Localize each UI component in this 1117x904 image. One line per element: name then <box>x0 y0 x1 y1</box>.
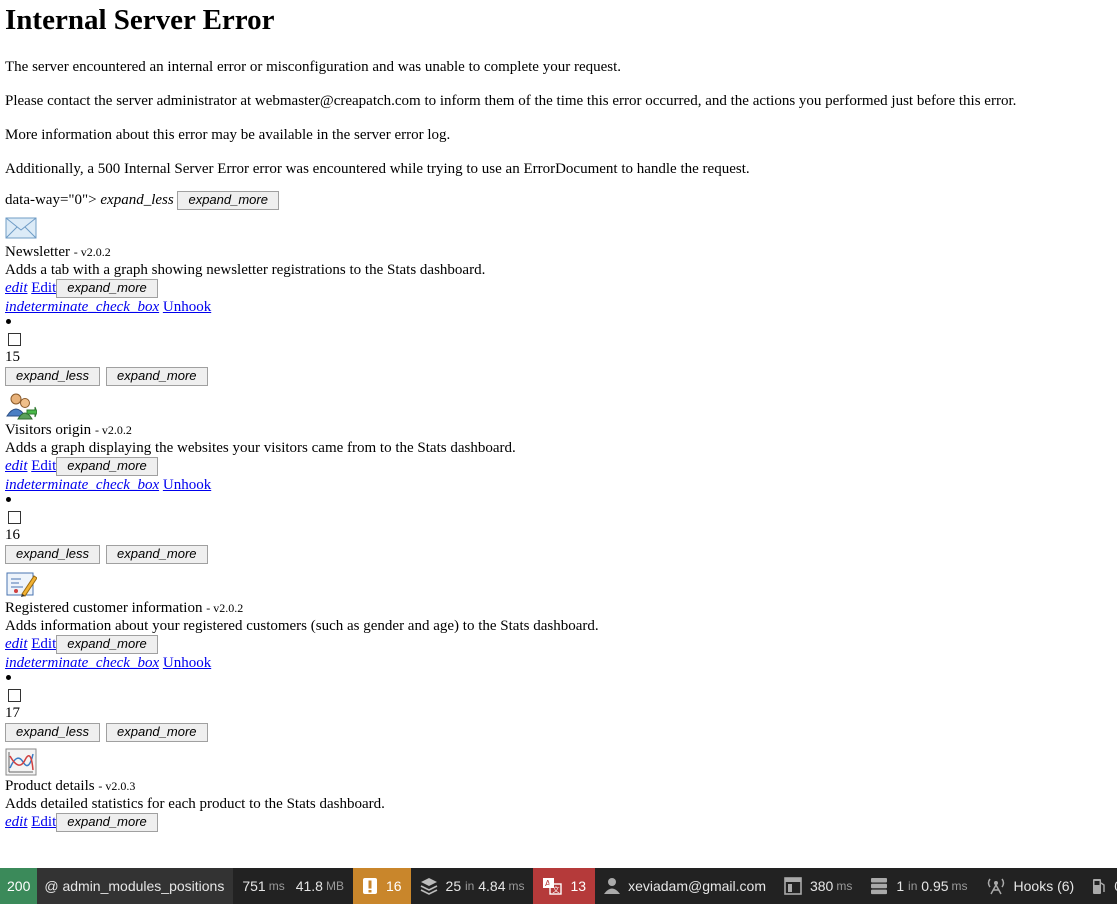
list-bullet <box>5 316 1112 328</box>
expand-more-button[interactable]: expand_more <box>56 457 158 477</box>
expand-more-button[interactable]: expand_more <box>56 813 158 833</box>
list-bullet <box>5 672 1112 684</box>
list-bullet <box>5 494 1112 506</box>
module-version: - v2.0.2 <box>206 601 244 616</box>
edit-link[interactable]: edit Edit <box>5 280 56 296</box>
module-description: Adds detailed statistics for each produc… <box>5 796 385 813</box>
error-page: Internal Server Error The server encount… <box>0 3 1117 833</box>
warnings-panel[interactable]: 16 <box>352 868 411 904</box>
fuel-icon <box>1093 879 1105 894</box>
user-panel[interactable]: xeviadam@gmail.com <box>595 868 775 904</box>
edit-link[interactable]: edit Edit <box>5 814 56 830</box>
move-up-button[interactable]: expand_less <box>5 545 100 565</box>
edit-link[interactable]: edit Edit <box>5 636 56 652</box>
layers-icon <box>420 878 437 895</box>
module-name: Visitors origin <box>5 422 92 439</box>
translation-panel[interactable]: A 文 13 <box>533 868 596 904</box>
expand-more-button[interactable]: expand_more <box>56 635 158 655</box>
exclamation-icon <box>362 878 377 894</box>
move-up-button[interactable]: expand_less <box>5 723 100 743</box>
module-visitors-origin: Visitors origin - v2.0.2 Adds a graph di… <box>5 392 1112 566</box>
template-icon <box>784 877 802 895</box>
module-position: 16 <box>5 527 20 544</box>
module-registered-customer-information: Registered customer information - v2.0.2… <box>5 570 1112 744</box>
unhook-link[interactable]: indeterminate_check_box Unhook <box>5 477 211 493</box>
contact-message: Please contact the server administrator … <box>5 93 1017 109</box>
module-position: 17 <box>5 705 20 722</box>
module-name: Product details <box>5 778 95 795</box>
time-panel[interactable]: 751 ms <box>233 868 293 904</box>
edit-icon: edit <box>5 280 28 297</box>
unhook-link[interactable]: indeterminate_check_box Unhook <box>5 655 211 671</box>
memory-panel[interactable]: 41.8 MB <box>294 868 353 904</box>
fragment-text: data-way="0"> <box>5 192 101 208</box>
log-message: More information about this error may be… <box>5 127 451 143</box>
module-product-details: Product details - v2.0.3 Adds detailed s… <box>5 748 1112 833</box>
server-stack-icon <box>871 878 888 895</box>
route-info[interactable]: @ admin_modules_positions <box>37 868 234 904</box>
module-version: - v2.0.3 <box>98 779 136 794</box>
expand-more-button[interactable]: expand_more <box>177 191 279 211</box>
module-name: Newsletter <box>5 244 70 261</box>
module-position: 15 <box>5 349 20 366</box>
module-checkbox[interactable] <box>8 333 21 347</box>
envelope-icon <box>5 217 37 239</box>
page-title: Internal Server Error <box>5 4 275 36</box>
status-code-badge[interactable]: 200 <box>0 868 38 904</box>
errordocument-message: Additionally, a 500 Internal Server Erro… <box>5 161 750 177</box>
move-down-button[interactable]: expand_more <box>106 545 208 565</box>
edit-icon: edit <box>5 636 28 653</box>
edit-link[interactable]: edit Edit <box>5 458 56 474</box>
module-name: Registered customer information <box>5 600 203 617</box>
visitors-icon <box>6 393 37 420</box>
debug-toolbar: 200 @ admin_modules_positions 751 ms 41.8… <box>0 868 1117 904</box>
expand-more-button[interactable]: expand_more <box>56 279 158 299</box>
indeterminate-check-box-icon: indeterminate_check_box <box>5 299 160 316</box>
edit-icon: edit <box>5 458 28 475</box>
user-icon <box>604 878 621 894</box>
expand-less-text: expand_less <box>100 192 174 208</box>
hooks-panel[interactable]: Hooks (6) <box>977 868 1084 904</box>
module-newsletter: Newsletter - v2.0.2 Adds a tab with a gr… <box>5 214 1112 388</box>
edit-icon: edit <box>5 814 28 831</box>
unhook-link[interactable]: indeterminate_check_box Unhook <box>5 299 211 315</box>
antenna-icon <box>987 878 1004 895</box>
translation-icon: A 文 <box>543 878 563 895</box>
module-description: Adds a graph displaying the websites you… <box>5 440 516 457</box>
module-checkbox[interactable] <box>8 689 21 703</box>
module-checkbox[interactable] <box>8 511 21 525</box>
svg-text:文: 文 <box>553 885 560 894</box>
module-description: Adds a tab with a graph showing newslett… <box>5 262 486 279</box>
cache-panel[interactable]: 1 in 0.95 ms <box>861 868 976 904</box>
indeterminate-check-box-icon: indeterminate_check_box <box>5 655 160 672</box>
move-down-button[interactable]: expand_more <box>106 723 208 743</box>
broken-fragment: data-way="0"> expand_less expand_more <box>5 191 1112 211</box>
module-version: - v2.0.2 <box>94 423 132 438</box>
move-up-button[interactable]: expand_less <box>5 367 100 387</box>
last-panel[interactable]: 0 <box>1083 868 1117 904</box>
module-version: - v2.0.2 <box>73 245 111 260</box>
move-down-button[interactable]: expand_more <box>106 367 208 387</box>
render-time-panel[interactable]: 380 ms <box>775 868 861 904</box>
customer-info-icon <box>6 572 37 598</box>
indeterminate-check-box-icon: indeterminate_check_box <box>5 477 160 494</box>
product-graph-icon <box>5 748 37 776</box>
module-description: Adds information about your registered c… <box>5 618 599 635</box>
error-message: The server encountered an internal error… <box>5 59 622 75</box>
database-panel[interactable]: 25 in 4.84 ms <box>411 868 534 904</box>
